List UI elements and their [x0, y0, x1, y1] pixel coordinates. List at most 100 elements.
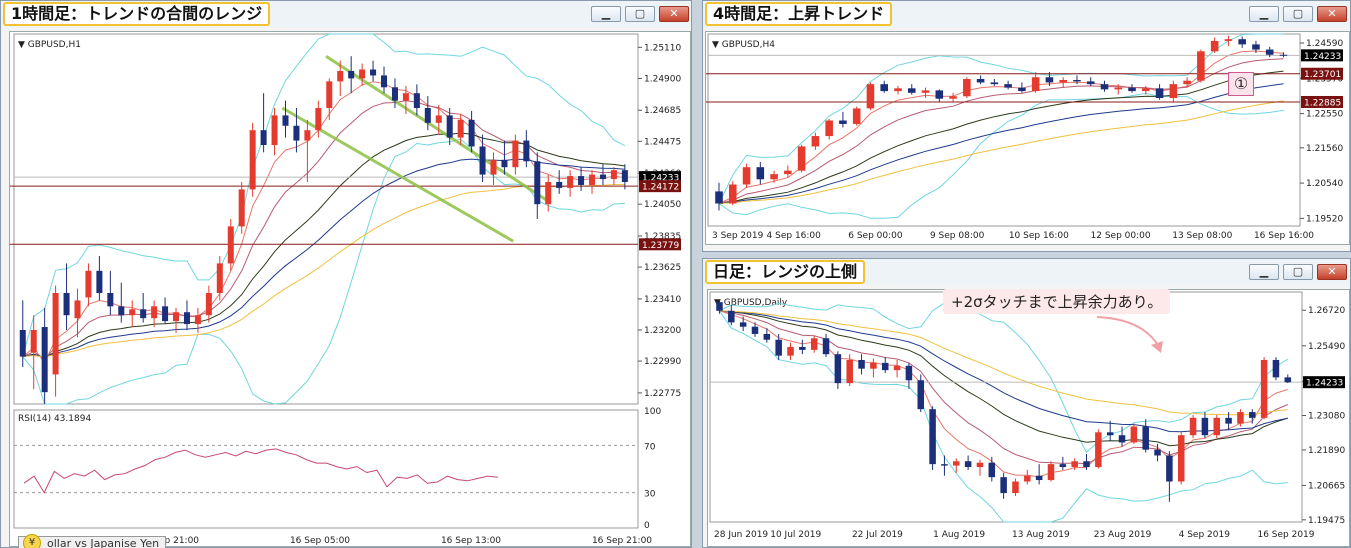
candle-body: [784, 170, 792, 175]
candle-body: [1224, 39, 1233, 41]
moving-average-line: [22, 100, 625, 360]
symbol-label: ▼ GBPUSD,H1: [18, 40, 81, 50]
candle-body: [63, 293, 70, 316]
candle-body: [260, 130, 267, 145]
candle-body: [1086, 81, 1095, 85]
candle-body: [811, 136, 820, 147]
candle-body: [501, 159, 508, 168]
restore-button[interactable]: ▢: [625, 6, 655, 22]
y-tick-label: 1.22775: [644, 389, 681, 399]
minimize-icon: ▁: [1259, 265, 1269, 278]
close-icon: ✕: [1327, 265, 1337, 278]
y-tick-label: 1.24900: [644, 74, 681, 84]
candle-body: [870, 362, 877, 369]
candle-body: [1045, 77, 1054, 83]
rsi-scale-label: 30: [644, 490, 656, 500]
restore-button[interactable]: ▢: [1283, 264, 1313, 280]
rsi-label: RSI(14) 43.1894: [18, 414, 91, 424]
h1-window: 1時間足：トレンドの合間のレンジ ▁ ▢ ✕ ▼ GBPUSD,H1 1.2511…: [0, 0, 692, 548]
candle-body: [905, 365, 913, 381]
x-tick-label: 16 Sep 2019: [1257, 530, 1314, 540]
close-icon: ✕: [669, 7, 679, 20]
y-tick-label: 1.26720: [1308, 306, 1345, 316]
candle-body: [941, 464, 948, 466]
h4-chart[interactable]: ▼ GBPUSD,H41.245901.235701.225501.215601…: [705, 31, 1350, 245]
candle-body: [839, 120, 847, 124]
candle-body: [715, 191, 723, 204]
minimize-icon: ▁: [1259, 7, 1269, 20]
moving-average-line: [718, 70, 1284, 204]
y-tick-label: 1.21560: [1306, 144, 1343, 154]
candle-body: [881, 362, 889, 371]
candle-body: [742, 167, 751, 185]
candle-body: [964, 461, 972, 468]
candle-body: [949, 96, 957, 99]
candle-body: [976, 462, 984, 468]
candle-body: [852, 108, 861, 124]
candle-body: [1237, 412, 1244, 424]
daily-chart-svg: ▼ GBPUSD,Daily1.267201.254901.242501.230…: [709, 291, 1345, 540]
close-button[interactable]: ✕: [1317, 6, 1347, 22]
minimize-button[interactable]: ▁: [1249, 264, 1279, 280]
y-tick-label: 1.23200: [644, 326, 681, 336]
candle-body: [1073, 80, 1081, 82]
close-button[interactable]: ✕: [1317, 264, 1347, 280]
candle-body: [1059, 80, 1067, 83]
candle-body: [118, 306, 125, 316]
candle-body: [1177, 435, 1185, 482]
restore-icon: ▢: [634, 7, 646, 20]
price-label-text: 1.24233: [1306, 379, 1343, 389]
x-tick-label: 23 Aug 2019: [1094, 530, 1152, 540]
candle-body: [74, 300, 81, 319]
candle-body: [1106, 432, 1114, 436]
candle-body: [893, 365, 901, 371]
restore-button[interactable]: ▢: [1283, 6, 1313, 22]
moving-average-line: [22, 81, 625, 364]
close-button[interactable]: ✕: [659, 6, 689, 22]
h1-chart[interactable]: ▼ GBPUSD,H1 1.25110 1.24900 1.24685 1.24475 1…: [9, 31, 691, 547]
candle-body: [880, 84, 889, 92]
h1-title: 1時間足：トレンドの合間のレンジ: [3, 2, 271, 26]
candle-body: [19, 330, 26, 357]
y-tick-label: 1.23625: [644, 263, 681, 273]
candle-body: [1024, 475, 1031, 482]
y-tick-label: 1.24050: [644, 200, 681, 210]
daily-chart[interactable]: ▼ GBPUSD,Daily1.267201.254901.242501.230…: [707, 289, 1350, 547]
y-tick-label: 1.25490: [1308, 342, 1345, 352]
h4-title: 4時間足：上昇トレンド: [705, 2, 893, 26]
candle-body: [457, 119, 464, 138]
candle-body: [917, 380, 925, 410]
x-tick-label: 9 Sep 08:00: [930, 231, 985, 241]
candle-body: [1210, 40, 1219, 52]
candle-body: [963, 78, 971, 97]
x-tick-label: 16 Sep 13:00: [441, 536, 501, 546]
candle-body: [1128, 87, 1136, 92]
candle-body: [96, 270, 103, 293]
candle-body: [1018, 87, 1026, 92]
candle-body: [337, 71, 344, 82]
candle-body: [129, 309, 136, 316]
candle-body: [610, 170, 617, 180]
candle-body: [1197, 51, 1205, 81]
x-tick-label: 4 Sep 2019: [1179, 530, 1231, 540]
candle-body: [621, 170, 628, 182]
candle-body: [846, 359, 853, 384]
candle-body: [1252, 44, 1260, 50]
candle-body: [728, 184, 737, 204]
y-tick-label: 1.22550: [1306, 110, 1343, 120]
candle-body: [1100, 84, 1109, 90]
candle-body: [293, 125, 300, 141]
daily-title: 日足：レンジの上側: [705, 260, 866, 284]
candle-body: [194, 315, 201, 325]
candle-body: [1095, 432, 1102, 468]
minimize-button[interactable]: ▁: [591, 6, 621, 22]
candle-body: [413, 93, 420, 108]
annotation-arrow-icon: [1096, 316, 1163, 353]
moving-average-line: [22, 184, 625, 358]
y-tick-label: 1.21890: [1308, 446, 1345, 456]
price-label-text: 1.23701: [1304, 70, 1341, 80]
candle-body: [534, 161, 541, 205]
symbol-tab[interactable]: ¥ ollar vs Japanise Yen: [18, 534, 167, 548]
candle-body: [282, 115, 289, 126]
minimize-button[interactable]: ▁: [1249, 6, 1279, 22]
